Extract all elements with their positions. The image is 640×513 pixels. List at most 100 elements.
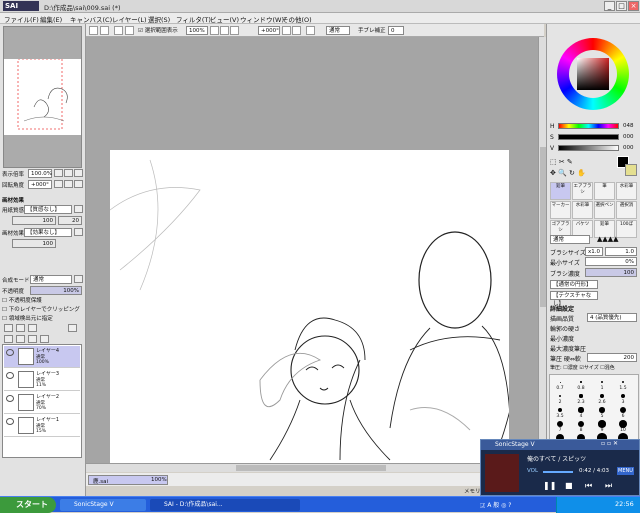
- brush-shape-icons[interactable]: ▲▲▲▲: [597, 235, 619, 243]
- rotate-right-button[interactable]: [64, 180, 73, 188]
- maximize-button[interactable]: □: [616, 1, 627, 11]
- pressure-checkboxes[interactable]: 筆圧: ☐濃度 ☑サイズ ☐混色: [550, 364, 615, 371]
- flip-icon[interactable]: [306, 26, 315, 35]
- paper-strength[interactable]: 20: [58, 216, 82, 225]
- selection-tools-icon[interactable]: ⬚ ✂ ✎: [550, 158, 573, 166]
- new-layer-button[interactable]: [4, 324, 13, 332]
- layer-row[interactable]: レイヤー4 通常 100%: [4, 346, 80, 368]
- rotate-left-icon[interactable]: [282, 26, 291, 35]
- saturation-slider[interactable]: [558, 134, 619, 140]
- tool-watercolor[interactable]: 水彩筆: [616, 182, 637, 200]
- effect-select[interactable]: 【効果なし】: [24, 228, 72, 237]
- detect-source-checkbox[interactable]: ☐ 領域検出元に指定: [2, 314, 53, 322]
- zoom-select[interactable]: 100%: [186, 26, 208, 35]
- stabilizer-select[interactable]: 0: [388, 26, 404, 35]
- brush-size-dot[interactable]: [558, 394, 562, 398]
- clear-layer-button[interactable]: [28, 335, 37, 343]
- brush-shape-select[interactable]: 【通常の円形】: [550, 280, 598, 289]
- brush-size-dot[interactable]: [598, 420, 606, 428]
- hue-slider[interactable]: [558, 123, 619, 129]
- language-bar[interactable]: 🇯 A 般 ◎ ?: [480, 500, 552, 510]
- player-menu-button[interactable]: MENU: [617, 467, 634, 475]
- brush-size-dot[interactable]: [579, 394, 583, 398]
- taskbar-sonicstage[interactable]: SonicStage V: [60, 499, 146, 511]
- color-wheel[interactable]: [557, 38, 629, 110]
- menu-layer[interactable]: レイヤー(L): [112, 14, 147, 24]
- tool-airbrush[interactable]: エアブラシ: [572, 182, 593, 200]
- clipping-checkbox[interactable]: ☐ 下のレイヤーでクリッピング: [2, 305, 80, 313]
- menu-view[interactable]: ビュー(V): [210, 14, 239, 24]
- brush-texture-select[interactable]: 【テクスチャなし】: [550, 291, 598, 307]
- start-button[interactable]: スタート: [0, 497, 56, 513]
- invert-selection-button[interactable]: [125, 26, 134, 35]
- effect-scale[interactable]: 100: [12, 239, 56, 248]
- menu-window[interactable]: ウィンドウ(W): [240, 14, 284, 24]
- brush-mode-select[interactable]: 通常: [550, 235, 590, 244]
- blend-mode-select[interactable]: 通常: [30, 275, 72, 284]
- brush-size-dot[interactable]: [580, 381, 582, 383]
- color-sv-square[interactable]: [577, 58, 609, 90]
- brush-density-slider[interactable]: 100: [585, 268, 637, 277]
- menu-canvas[interactable]: キャンバス(C): [70, 14, 112, 24]
- layer-row[interactable]: レイヤー3 通常 11%: [4, 369, 80, 391]
- tool-select-eraser[interactable]: 選択消: [616, 201, 637, 219]
- protect-opacity-checkbox[interactable]: ☐ 不透明度保護: [2, 296, 42, 304]
- tool-brush[interactable]: 筆: [594, 182, 615, 200]
- minimize-button[interactable]: _: [604, 1, 615, 11]
- pressure-slider[interactable]: 200: [587, 353, 637, 362]
- file-tab[interactable]: 鹿.sai 100%: [88, 475, 168, 485]
- zoom-reset-button[interactable]: [74, 169, 83, 177]
- merge-down-button[interactable]: [16, 335, 25, 343]
- deselect-button[interactable]: [114, 26, 123, 35]
- zoom-field[interactable]: 100.0%: [28, 169, 52, 178]
- brush-size-dot[interactable]: [600, 394, 604, 398]
- delete-layer-button[interactable]: [40, 335, 49, 343]
- zoom-in-icon[interactable]: [220, 26, 229, 35]
- eye-icon[interactable]: [6, 372, 14, 379]
- brush-size-dot[interactable]: [577, 420, 585, 428]
- brush-size-dot[interactable]: [557, 407, 563, 413]
- brush-size-dot[interactable]: [619, 420, 627, 428]
- brush-size-dot[interactable]: [599, 407, 605, 413]
- menu-edit[interactable]: 編集(E): [40, 14, 62, 24]
- tool-watercolor-2[interactable]: 水彩筆: [572, 201, 593, 219]
- menu-filter[interactable]: フィルタ(T): [176, 14, 211, 24]
- blend-mode-button[interactable]: [74, 275, 83, 283]
- zoom-fit-icon[interactable]: [230, 26, 239, 35]
- tool-select-pen[interactable]: 選択ペン: [594, 201, 615, 219]
- brush-size-dot[interactable]: [578, 407, 584, 413]
- taskbar-sai[interactable]: SAI - D:\作成品\sai...: [150, 499, 300, 511]
- horizontal-scroll-thumb[interactable]: [236, 465, 386, 471]
- rotate-right-icon[interactable]: [292, 26, 301, 35]
- rotate-left-button[interactable]: [54, 180, 63, 188]
- canvas-paper[interactable]: [109, 150, 511, 464]
- zoom-out-button[interactable]: [54, 169, 63, 177]
- rotate-reset-button[interactable]: [74, 180, 83, 188]
- tool-marker[interactable]: マーカー: [550, 201, 571, 219]
- close-button[interactable]: ×: [628, 1, 639, 11]
- horizontal-scrollbar[interactable]: [86, 463, 546, 472]
- stop-icon[interactable]: ■: [565, 481, 573, 490]
- menu-file[interactable]: ファイル(F): [4, 14, 39, 24]
- zoom-in-button[interactable]: [64, 169, 73, 177]
- previous-icon[interactable]: ⏮: [585, 481, 592, 491]
- volume-slider[interactable]: [543, 471, 573, 473]
- min-size-slider[interactable]: 0%: [585, 257, 637, 266]
- brush-size-dot[interactable]: [620, 407, 626, 413]
- brush-size-multiplier[interactable]: x1.0: [585, 247, 603, 256]
- value-slider[interactable]: [558, 145, 619, 151]
- opacity-slider[interactable]: 100%: [30, 286, 82, 295]
- next-icon[interactable]: ⏭: [605, 481, 612, 491]
- show-selection-checkbox[interactable]: ☑ 選択範囲表示: [138, 26, 178, 34]
- eye-icon[interactable]: [6, 418, 14, 425]
- new-linear-layer-button[interactable]: [16, 324, 25, 332]
- new-folder-button[interactable]: [28, 324, 37, 332]
- paper-scale[interactable]: 100: [12, 216, 56, 225]
- pause-icon[interactable]: ❚❚: [543, 481, 556, 490]
- vertical-scrollbar[interactable]: [538, 37, 546, 463]
- canvas-area[interactable]: [86, 37, 546, 464]
- move-tools-icon[interactable]: ✥ 🔍 ↻ ✋: [550, 169, 586, 177]
- player-window-buttons[interactable]: ▫ ▫ ✕: [601, 440, 618, 447]
- brush-size-dot[interactable]: [601, 381, 603, 383]
- layer-mask-button[interactable]: [68, 324, 77, 332]
